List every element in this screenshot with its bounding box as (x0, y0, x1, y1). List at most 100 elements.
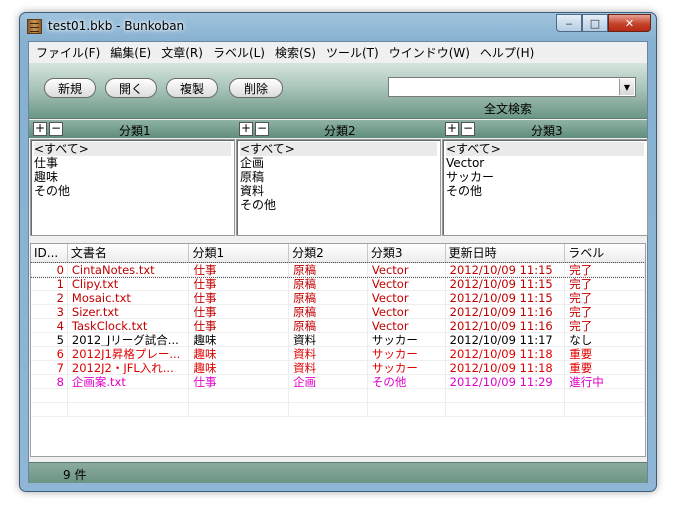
table-row[interactable]: 7 2012J2・JFL入れ... 趣味 資料 サッカー 2012/10/09 11:18… (31, 361, 645, 375)
remove-category2-button[interactable]: − (255, 122, 269, 136)
cell-updated: 2012/10/09 11:17 (446, 333, 566, 346)
cell-name: 2012J1昇格プレー... (68, 347, 190, 360)
cell-category2 (289, 389, 368, 402)
cell-category2: 原稿 (289, 319, 368, 332)
document-count: 9 件 (63, 468, 87, 482)
table-row[interactable]: 2 Mosaic.txt 仕事 原稿 Vector 2012/10/09 11:15 完了 (31, 291, 645, 305)
cell-id (31, 403, 68, 416)
cell-name: CintaNotes.txt (68, 263, 190, 276)
category3-item[interactable]: サッカー (446, 170, 644, 184)
category2-title: 分類2 (324, 124, 356, 138)
cell-id: 7 (31, 361, 68, 374)
duplicate-button[interactable]: 複製 (166, 78, 218, 98)
menu-window[interactable]: ウインドウ(W) (384, 44, 475, 61)
title-bar[interactable]: test01.bkb - Bunkoban ‒ □ ✕ (20, 13, 656, 41)
table-row[interactable] (31, 389, 645, 403)
category2-item[interactable]: 企画 (240, 156, 437, 170)
category3-item[interactable]: <すべて> (446, 142, 644, 156)
open-button[interactable]: 開く (105, 78, 157, 98)
column-header-category1[interactable]: 分類1 (189, 244, 290, 262)
delete-button[interactable]: 削除 (229, 78, 283, 98)
category1-item[interactable]: 仕事 (34, 156, 231, 170)
menu-document[interactable]: 文章(R) (156, 44, 208, 61)
column-header-category2[interactable]: 分類2 (289, 244, 368, 262)
menu-tools[interactable]: ツール(T) (321, 44, 384, 61)
cell-category3: Vector (368, 291, 446, 304)
cell-id: 8 (31, 375, 68, 388)
cell-name: 2012J2・JFL入れ... (68, 361, 190, 374)
cell-category1: 趣味 (189, 347, 290, 360)
category3-item[interactable]: Vector (446, 156, 644, 170)
remove-category1-button[interactable]: − (49, 122, 63, 136)
fulltext-search-combo[interactable]: ▼ (388, 77, 636, 97)
column-header-id[interactable]: ID... (31, 244, 68, 262)
table-row[interactable]: 5 2012_Jリーグ試合... 趣味 資料 サッカー 2012/10/09 11:17 な… (31, 333, 645, 347)
add-category3-button[interactable]: + (445, 122, 459, 136)
cell-category3: サッカー (368, 333, 446, 346)
cell-name: Sizer.txt (68, 305, 190, 318)
cell-updated: 2012/10/09 11:18 (446, 347, 566, 360)
column-header-label[interactable]: ラベル (565, 244, 645, 262)
cell-label (565, 389, 645, 402)
close-button[interactable]: ✕ (608, 14, 651, 32)
minimize-button[interactable]: ‒ (556, 14, 582, 32)
cell-category1: 趣味 (189, 361, 290, 374)
cell-label: 完了 (565, 319, 645, 332)
table-row[interactable] (31, 403, 645, 417)
menu-search[interactable]: 検索(S) (270, 44, 321, 61)
status-bar: 9 件 (29, 462, 647, 483)
column-header-category3[interactable]: 分類3 (368, 244, 446, 262)
column-header-updated[interactable]: 更新日時 (446, 244, 566, 262)
cell-category2: 原稿 (289, 263, 368, 276)
category1-item[interactable]: 趣味 (34, 170, 231, 184)
menu-label[interactable]: ラベル(L) (208, 44, 270, 61)
cell-label: 進行中 (565, 375, 645, 388)
category2-item[interactable]: その他 (240, 198, 437, 212)
category2-item[interactable]: 原稿 (240, 170, 437, 184)
document-table: ID... 文書名 分類1 分類2 分類3 更新日時 ラベル 0 CintaNot… (30, 243, 646, 457)
menu-file[interactable]: ファイル(F) (31, 44, 105, 61)
category2-list[interactable]: <すべて> 企画 原稿 資料 その他 (236, 139, 441, 236)
add-category2-button[interactable]: + (239, 122, 253, 136)
category2-item[interactable]: 資料 (240, 184, 437, 198)
cell-id: 0 (31, 263, 68, 276)
category3-item[interactable]: その他 (446, 184, 644, 198)
table-row[interactable]: 0 CintaNotes.txt 仕事 原稿 Vector 2012/10/09 11:1… (31, 262, 645, 278)
category-header-bar: + − 分類1 + − 分類2 + − 分類3 (29, 120, 647, 138)
column-header-name[interactable]: 文書名 (68, 244, 190, 262)
maximize-button[interactable]: □ (582, 14, 608, 32)
table-row[interactable]: 6 2012J1昇格プレー... 趣味 資料 サッカー 2012/10/09 11:18 重… (31, 347, 645, 361)
cell-category1: 仕事 (189, 277, 290, 290)
fulltext-search-label: 全文検索 (484, 102, 533, 116)
new-button[interactable]: 新規 (44, 78, 96, 98)
chevron-down-icon[interactable]: ▼ (619, 79, 634, 95)
add-category1-button[interactable]: + (33, 122, 47, 136)
cell-category2: 資料 (289, 347, 368, 360)
cell-category3: Vector (368, 319, 446, 332)
cell-updated: 2012/10/09 11:16 (446, 305, 566, 318)
category3-list[interactable]: <すべて> Vector サッカー その他 (442, 139, 648, 236)
category1-item[interactable]: <すべて> (34, 142, 231, 156)
cell-category3 (368, 403, 446, 416)
table-row[interactable]: 3 Sizer.txt 仕事 原稿 Vector 2012/10/09 11:16 完了 (31, 305, 645, 319)
table-row[interactable]: 8 企画案.txt 仕事 企画 その他 2012/10/09 11:29 進行中 (31, 375, 645, 389)
cell-id: 1 (31, 277, 68, 290)
cell-id: 5 (31, 333, 68, 346)
menu-edit[interactable]: 編集(E) (105, 44, 156, 61)
menu-help[interactable]: ヘルプ(H) (475, 44, 539, 61)
cell-name (68, 403, 190, 416)
cell-updated: 2012/10/09 11:29 (446, 375, 566, 388)
category1-list[interactable]: <すべて> 仕事 趣味 その他 (30, 139, 235, 236)
cell-name: Clipy.txt (68, 277, 190, 290)
cell-category2: 原稿 (289, 277, 368, 290)
table-row[interactable]: 4 TaskClock.txt 仕事 原稿 Vector 2012/10/09 11:16… (31, 319, 645, 333)
category2-item[interactable]: <すべて> (240, 142, 437, 156)
table-row[interactable]: 1 Clipy.txt 仕事 原稿 Vector 2012/10/09 11:15 完了 (31, 277, 645, 291)
remove-category3-button[interactable]: − (461, 122, 475, 136)
cell-updated (446, 403, 566, 416)
cell-category2: 原稿 (289, 291, 368, 304)
cell-id (31, 389, 68, 402)
bookshelf-icon (27, 19, 42, 34)
window-title: test01.bkb - Bunkoban (48, 19, 185, 33)
category1-item[interactable]: その他 (34, 184, 231, 198)
